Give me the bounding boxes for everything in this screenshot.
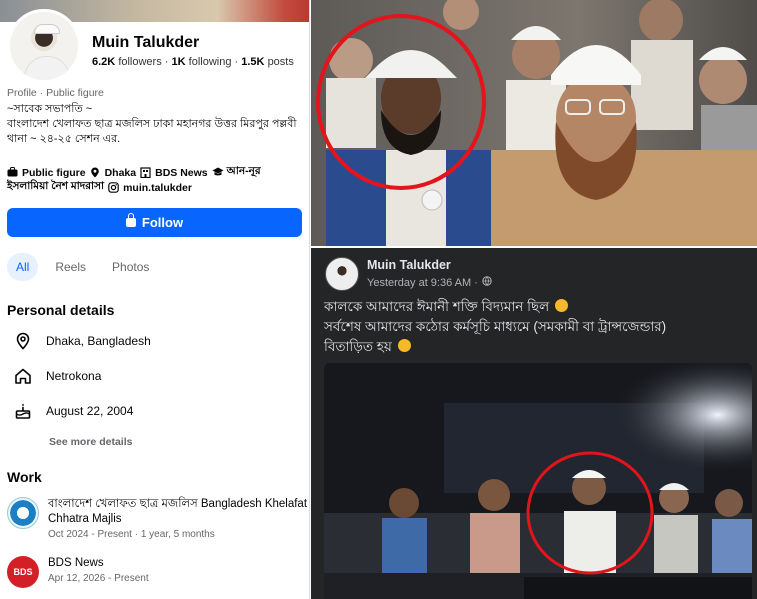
detail-birthday-text: August 22, 2004 xyxy=(46,404,134,418)
rally-photo-image xyxy=(324,363,752,599)
briefcase-icon xyxy=(7,167,18,178)
bds-logo-text: BDS xyxy=(13,567,33,577)
work-dates: Oct 2024 - Present · 1 year, 5 months xyxy=(48,529,215,540)
instagram-icon xyxy=(108,182,119,193)
globe-icon xyxy=(482,276,492,289)
crowd-photo xyxy=(311,0,757,246)
fist-emoji-icon xyxy=(554,299,568,312)
detail-hometown: Netrokona xyxy=(14,367,101,385)
following-label[interactable]: following xyxy=(189,56,232,68)
tab-all[interactable]: All xyxy=(7,253,39,281)
detail-hometown-text: Netrokona xyxy=(46,369,102,383)
follow-icon xyxy=(125,213,136,227)
follow-label: Follow xyxy=(141,215,184,230)
intro-public-figure: Public figure xyxy=(22,166,86,179)
bio-line-1: ~সাবেক সভাপতি ~ xyxy=(7,103,93,115)
profile-avatar[interactable] xyxy=(7,9,81,83)
graduation-cap-icon xyxy=(212,167,224,178)
tab-reels[interactable]: Reels xyxy=(46,253,95,281)
intro-instagram[interactable]: muin.talukder xyxy=(123,182,192,194)
posts-count: 1.5K xyxy=(241,56,265,68)
building-icon xyxy=(140,167,151,179)
intro-location[interactable]: Dhaka xyxy=(105,167,137,179)
tab-photos[interactable]: Photos xyxy=(103,253,158,281)
profile-bio: ~সাবেক সভাপতি ~ বাংলাদেশ খেলাফত ছাত্র মজ… xyxy=(7,102,305,147)
facebook-post: Muin Talukder Yesterday at 9:36 AM · কাল… xyxy=(311,248,757,599)
intro-school-rest[interactable]: ইসলামিয়া নৈশ মাদরাসা xyxy=(7,179,104,196)
birthday-cake-icon xyxy=(15,403,31,419)
follow-button[interactable]: Follow xyxy=(7,208,302,237)
profile-name[interactable]: Muin Talukder xyxy=(92,34,199,52)
profile-tabs: All Reels Photos xyxy=(7,253,158,281)
post-line-1: কালকে আমাদের ঈমানী শক্তি বিদ্যমান ছিল xyxy=(324,299,550,314)
post-line-2: সর্বশেষ আমাদের কঠোর কর্মসূচি মাধ্যমে (সম… xyxy=(324,319,667,334)
personal-details-title: Personal details xyxy=(7,302,115,318)
post-text: কালকে আমাদের ঈমানী শক্তি বিদ্যমান ছিল সর… xyxy=(324,297,744,357)
intro-bds-news[interactable]: BDS News xyxy=(155,167,208,179)
bio-line-2: বাংলাদেশ খেলাফত ছাত্র মজলিস ঢাকা মহানগর … xyxy=(7,118,297,145)
posts-label: posts xyxy=(267,56,294,68)
following-count[interactable]: 1K xyxy=(172,56,186,68)
detail-city: Dhaka, Bangladesh xyxy=(14,332,151,350)
intro-row-2: ইসলামিয়া নৈশ মাদরাসা muin.talukder xyxy=(7,179,307,196)
work-dates: Apr 12, 2026 - Present xyxy=(48,573,149,584)
post-line-3: বিতাড়িত হয় xyxy=(324,339,392,354)
followers-count[interactable]: 6.2K xyxy=(92,56,115,68)
profile-stats: 6.2K followers · 1K following · 1.5K pos… xyxy=(92,56,294,68)
work-title-text: বাংলাদেশ খেলাফত ছাত্র মজলিস Bangladesh K… xyxy=(48,498,308,525)
crowd-photo-image xyxy=(311,0,757,246)
work-item[interactable]: BDS BDS News Apr 12, 2026 - Present xyxy=(7,556,307,588)
work-title-text: BDS News xyxy=(48,557,104,569)
profile-panel: Muin Talukder 6.2K followers · 1K follow… xyxy=(0,0,310,599)
location-pin-icon xyxy=(90,167,101,178)
post-video[interactable] xyxy=(324,363,752,599)
home-icon xyxy=(15,368,31,384)
location-pin-icon xyxy=(16,332,30,350)
work-item[interactable]: বাংলাদেশ খেলাফত ছাত্র মজলিস Bangladesh K… xyxy=(7,497,307,540)
post-timestamp[interactable]: Yesterday at 9:36 AM · xyxy=(367,276,492,289)
detail-birthday: August 22, 2004 xyxy=(14,402,133,420)
bds-news-logo-icon: BDS xyxy=(7,556,39,588)
followers-label[interactable]: followers xyxy=(118,56,161,68)
fist-emoji-icon xyxy=(397,339,411,352)
profile-category: Profile · Public figure xyxy=(7,87,104,99)
post-author-avatar[interactable] xyxy=(325,257,359,291)
see-more-details-link[interactable]: See more details xyxy=(49,436,132,448)
detail-city-text: Dhaka, Bangladesh xyxy=(46,334,151,348)
work-title: Work xyxy=(7,469,42,485)
organization-logo-icon xyxy=(7,497,39,529)
post-author-name[interactable]: Muin Talukder xyxy=(367,258,451,272)
